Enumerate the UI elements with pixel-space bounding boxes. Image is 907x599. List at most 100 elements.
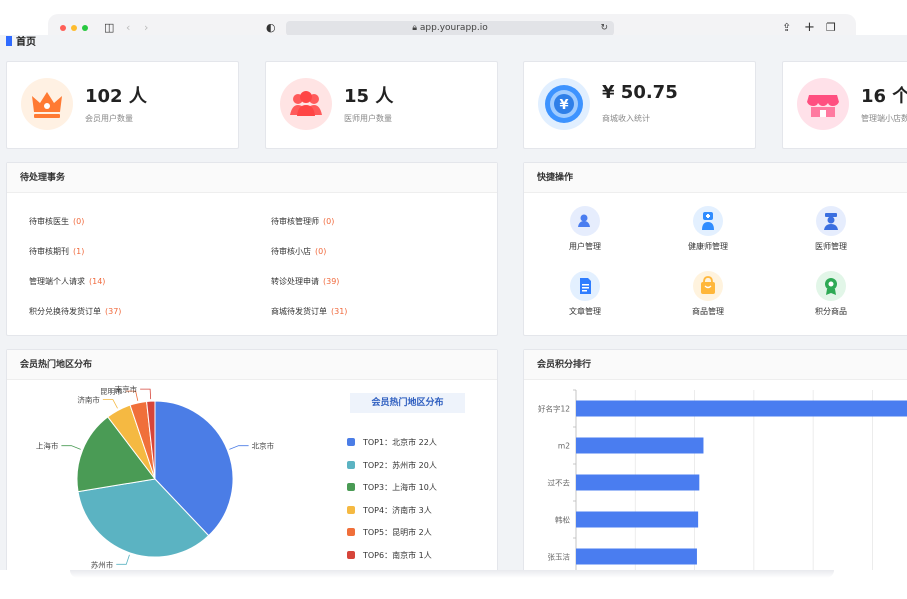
panel-title: 会员积分排行 [524, 350, 907, 380]
legend-item[interactable]: TOP6：南京市 1人 [347, 550, 432, 561]
panel-title: 会员热门地区分布 [7, 350, 497, 380]
legend-title: 会员热门地区分布 [350, 393, 465, 413]
task-item[interactable]: 待审核医生 (0) [29, 216, 84, 227]
reload-icon[interactable]: ↻ [600, 21, 608, 36]
bar[interactable] [576, 400, 907, 417]
legend-swatch [347, 483, 355, 491]
region-distribution-panel: 会员热门地区分布 北京市 苏州市 上海市 济南市 昆明市 南京市 会员热门地区分布 TOP… [6, 349, 498, 570]
pie-label-line [229, 445, 249, 450]
quick-action-users[interactable]: 用户管理 [545, 206, 625, 252]
legend-label: TOP1：北京市 22人 [363, 438, 437, 447]
stat-card-revenue: ¥ ¥ 50.75 商城收入统计 [523, 61, 756, 149]
pie-label: 济南市 [77, 394, 100, 404]
stat-value: ¥ 50.75 [602, 82, 678, 103]
bar[interactable] [576, 437, 704, 454]
stat-card-members: 102 人 会员用户数量 [6, 61, 239, 149]
breadcrumb: 首页 [6, 36, 36, 49]
y-category-label: 张玉洁 [548, 552, 571, 562]
health-worker-icon [693, 206, 723, 236]
window-bottom-edge [70, 570, 834, 578]
pie-chart: 北京市苏州市上海市济南市昆明市南京市 [36, 384, 275, 569]
svg-text:¥: ¥ [559, 98, 568, 113]
quick-action-products[interactable]: 商品管理 [668, 271, 748, 317]
stat-card-stores: 16 个 管理端小店数 [782, 61, 907, 149]
legend-label: TOP5：昆明市 2人 [363, 528, 432, 537]
store-icon [797, 78, 849, 130]
stat-label: 管理端小店数 [861, 114, 907, 123]
stat-value: 102 人 [85, 86, 147, 107]
share-icon[interactable]: ⇪ [782, 21, 791, 35]
y-category-label: m2 [558, 442, 570, 451]
task-item[interactable]: 积分兑换待发货订单 (37) [29, 306, 121, 317]
y-category-label: 过不去 [548, 478, 571, 488]
legend-swatch [347, 460, 355, 469]
legend-swatch [347, 550, 355, 559]
medal-icon [816, 271, 846, 301]
new-tab-icon[interactable]: + [804, 21, 815, 35]
stat-label: 商城收入统计 [602, 114, 650, 123]
pending-tasks-panel: 待处理事务 待审核医生 (0) 待审核管理师 (0) 待审核期刊 (1) 待审核小店(… [6, 162, 498, 336]
legend-swatch [347, 505, 355, 514]
shield-icon[interactable]: ◐ [266, 21, 276, 35]
crown-icon [21, 78, 73, 130]
task-item[interactable]: 待审核小店 (0) [271, 246, 326, 257]
legend-item[interactable]: TOP1：北京市 22人 [347, 437, 437, 448]
pie-label-line [116, 554, 130, 565]
doctor-icon [816, 206, 846, 236]
quick-action-label: 医师管理 [815, 242, 847, 251]
legend-item[interactable]: TOP2：苏州市 20人 [347, 460, 437, 471]
points-ranking-panel: 会员积分排行 0 1,000 2,000 3,000 4,000 5,000 好名字12 m2… [523, 349, 907, 570]
bar[interactable] [576, 474, 700, 491]
legend-label: TOP3：上海市 10人 [363, 483, 437, 492]
forward-arrow-icon[interactable]: › [144, 21, 148, 35]
pie-label-line [102, 399, 118, 409]
breadcrumb-home[interactable]: 首页 [16, 37, 36, 48]
legend-item[interactable]: TOP5：昆明市 2人 [347, 527, 432, 538]
pie-label-line [140, 388, 152, 400]
legend-label: TOP2：苏州市 20人 [363, 460, 437, 470]
quick-action-label: 商品管理 [692, 307, 724, 316]
quick-action-label: 积分商品 [815, 307, 847, 316]
users-group-icon [280, 78, 332, 130]
task-item[interactable]: 待审核管理师 (0) [271, 216, 334, 227]
quick-action-label: 健康师管理 [688, 242, 728, 251]
quick-action-points-products[interactable]: 积分商品 [791, 271, 871, 317]
quick-action-label: 用户管理 [569, 242, 601, 251]
address-bar[interactable]: 🔒︎ app.yourapp.io ↻ [286, 21, 614, 36]
sidebar-toggle-icon[interactable]: ◫ [104, 21, 114, 35]
tabs-overview-icon[interactable]: ❐ [826, 21, 836, 35]
shopping-bag-icon [693, 271, 723, 301]
legend-swatch [347, 528, 355, 536]
bar[interactable] [576, 511, 699, 528]
task-item[interactable]: 待审核期刊 (1) [29, 246, 84, 257]
stat-value: 15 人 [344, 86, 394, 107]
stat-label: 医师用户数量 [344, 114, 392, 123]
pie-label: 上海市 [36, 441, 59, 451]
legend-label: TOP4：济南市 3人 [363, 505, 432, 515]
minimize-window-button[interactable] [71, 25, 77, 31]
legend-item[interactable]: TOP4：济南市 3人 [347, 505, 432, 516]
quick-action-articles[interactable]: 文章管理 [545, 271, 625, 317]
bar[interactable] [576, 548, 697, 565]
stat-card-doctors: 15 人 医师用户数量 [265, 61, 498, 149]
back-arrow-icon[interactable]: ‹ [126, 21, 130, 35]
maximize-window-button[interactable] [82, 25, 88, 31]
close-window-button[interactable] [60, 25, 66, 31]
quick-action-doctors[interactable]: 医师管理 [791, 206, 871, 252]
document-icon [570, 271, 600, 301]
task-item[interactable]: 管理端个人请求 (14) [29, 276, 105, 287]
quick-action-label: 文章管理 [569, 307, 601, 316]
task-item[interactable]: 商城待发货订单 (31) [271, 306, 347, 317]
pie-label: 北京市 [252, 441, 275, 451]
url-text: app.yourapp.io [419, 23, 488, 33]
stat-label: 会员用户数量 [85, 114, 133, 123]
stat-value: 16 个 [861, 86, 907, 107]
panel-title: 待处理事务 [7, 163, 497, 193]
legend-item[interactable]: TOP3：上海市 10人 [347, 482, 437, 493]
user-icon [570, 206, 600, 236]
task-item[interactable]: 转诊处理申请 (39) [271, 276, 339, 287]
y-category-label: 好名字12 [538, 404, 570, 414]
quick-action-health-workers[interactable]: 健康师管理 [668, 206, 748, 252]
yuan-coin-icon: ¥ [538, 78, 590, 130]
legend-swatch [347, 438, 355, 446]
